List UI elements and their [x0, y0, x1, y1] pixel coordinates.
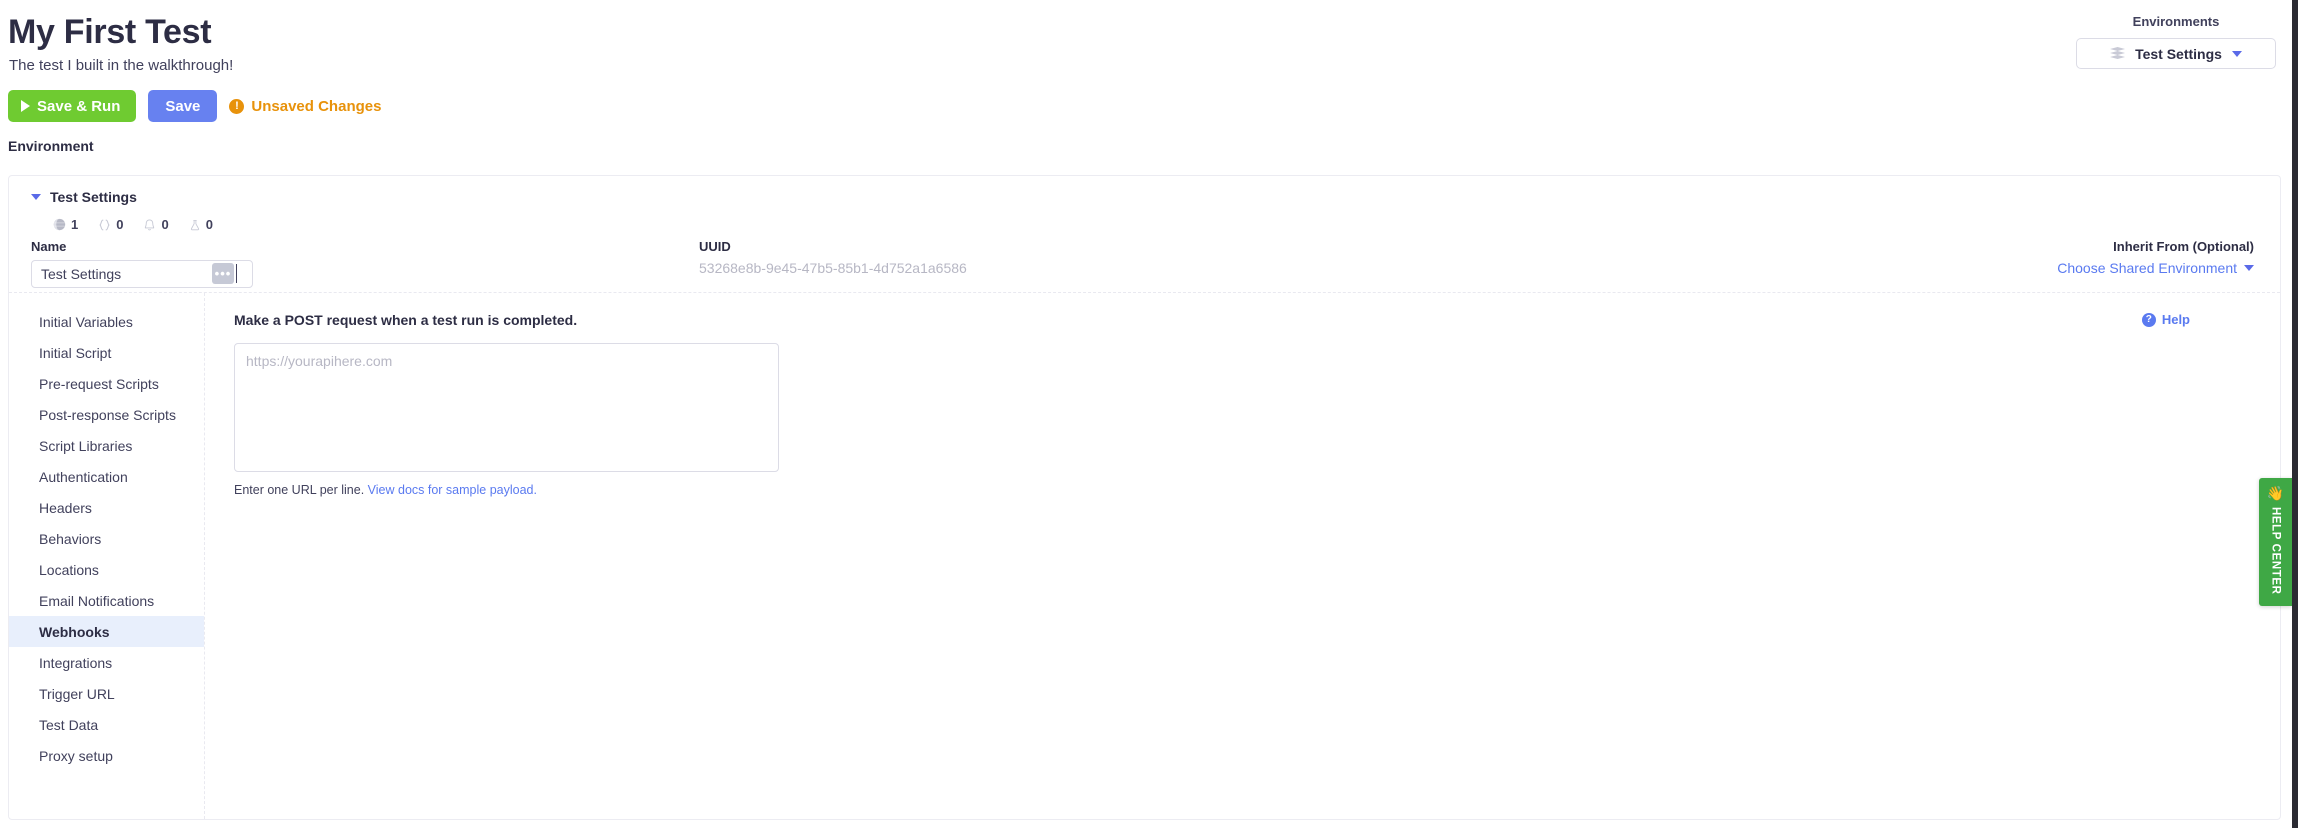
bell-icon: [145, 219, 155, 230]
sidebar-item-webhooks[interactable]: Webhooks: [9, 616, 204, 647]
sidebar-item-authentication[interactable]: Authentication: [9, 461, 204, 492]
webhooks-title: Make a POST request when a test run is c…: [234, 312, 578, 328]
environment-section-label: Environment: [8, 138, 94, 154]
stat-test-data-value: 0: [205, 217, 213, 232]
card-title-row: Test Settings: [31, 189, 2280, 205]
warning-icon: !: [229, 98, 245, 114]
save-button[interactable]: Save: [148, 90, 218, 122]
save-and-run-button[interactable]: Save & Run: [8, 90, 137, 122]
sidebar-item-pre-request-scripts[interactable]: Pre-request Scripts: [9, 368, 204, 399]
environment-card: Test Settings 1 0 0 0 Name Test Settings…: [8, 175, 2281, 820]
stat-locations-value: 1: [71, 217, 79, 232]
layers-icon: [2110, 47, 2126, 60]
card-body: Initial Variables Initial Script Pre-req…: [9, 293, 2280, 819]
choose-shared-environment-label: Choose Shared Environment: [2057, 260, 2237, 276]
sidebar-item-proxy-setup[interactable]: Proxy setup: [9, 740, 204, 771]
sidebar-item-trigger-url[interactable]: Trigger URL: [9, 678, 204, 709]
help-center-label: HELP CENTER: [2269, 507, 2282, 595]
window-right-edge: [2292, 0, 2298, 828]
page-subtitle: The test I built in the walkthrough!: [9, 57, 234, 74]
globe-icon: [53, 218, 66, 231]
action-bar: Save & Run Save ! Unsaved Changes: [8, 90, 2292, 122]
sidebar-item-initial-variables[interactable]: Initial Variables: [9, 306, 204, 337]
name-input-wrap: •••: [31, 260, 253, 288]
card-title: Test Settings: [50, 189, 137, 205]
sidebar-item-behaviors[interactable]: Behaviors: [9, 523, 204, 554]
help-link[interactable]: ? Help: [2141, 312, 2190, 327]
sidebar-item-post-response-scripts[interactable]: Post-response Scripts: [9, 399, 204, 430]
environment-dropdown-value: Test Settings: [2135, 45, 2222, 62]
help-link-label: Help: [2161, 312, 2190, 327]
webhook-hint: Enter one URL per line. View docs for sa…: [234, 483, 2280, 497]
help-center-tab[interactable]: 👋 HELP CENTER: [2259, 478, 2292, 606]
app-page: My First Test The test I built in the wa…: [0, 0, 2298, 828]
webhook-urls-input[interactable]: [234, 343, 779, 472]
name-field-group: Name •••: [9, 231, 699, 288]
environment-dropdown[interactable]: Test Settings: [2076, 38, 2276, 69]
unsaved-changes-label: Unsaved Changes: [251, 97, 382, 115]
sidebar-item-initial-script[interactable]: Initial Script: [9, 337, 204, 368]
view-docs-link[interactable]: View docs for sample payload.: [368, 483, 537, 497]
environments-label: Environments: [2132, 14, 2220, 29]
play-icon: [21, 100, 30, 112]
settings-sidebar: Initial Variables Initial Script Pre-req…: [9, 293, 205, 819]
uuid-field-group: UUID 53268e8b-9e45-47b5-85b1-4d752a1a658…: [699, 231, 1399, 278]
page-header: My First Test The test I built in the wa…: [0, 0, 2292, 154]
choose-shared-environment-dropdown[interactable]: Choose Shared Environment: [2057, 260, 2254, 276]
sidebar-item-email-notifications[interactable]: Email Notifications: [9, 585, 204, 616]
inherit-label: Inherit From (Optional): [2113, 239, 2254, 254]
collapse-caret-icon[interactable]: [31, 194, 41, 200]
flask-icon: [190, 219, 199, 230]
page-title: My First Test: [8, 13, 212, 51]
name-label: Name: [31, 239, 67, 254]
sidebar-item-locations[interactable]: Locations: [9, 554, 204, 585]
uuid-value: 53268e8b-9e45-47b5-85b1-4d752a1a6586: [699, 260, 967, 276]
environment-meta-row: Name ••• UUID 53268e8b-9e45-47b5-85b1-4d…: [9, 231, 2280, 293]
braces-icon: [99, 219, 110, 230]
stat-notifications-value: 0: [161, 217, 169, 232]
webhook-hint-text: Enter one URL per line.: [234, 483, 365, 497]
save-label: Save: [165, 97, 201, 115]
stat-test-data: 0: [189, 217, 213, 232]
name-overflow-menu-button[interactable]: •••: [212, 263, 234, 284]
sidebar-item-integrations[interactable]: Integrations: [9, 647, 204, 678]
webhooks-panel: Make a POST request when a test run is c…: [205, 293, 2280, 819]
chevron-down-icon: [2231, 50, 2242, 57]
card-header: Test Settings 1 0 0 0: [9, 176, 2280, 232]
unsaved-changes-status: ! Unsaved Changes: [229, 98, 381, 115]
stat-variables: 0: [98, 217, 123, 232]
sidebar-item-script-libraries[interactable]: Script Libraries: [9, 430, 204, 461]
card-stats: 1 0 0 0: [53, 217, 2280, 232]
text-cursor: [236, 264, 237, 283]
sidebar-item-test-data[interactable]: Test Data: [9, 709, 204, 740]
stat-locations: 1: [53, 217, 78, 232]
environments-selector: Environments Test Settings: [2076, 14, 2276, 69]
stat-notifications: 0: [143, 217, 169, 232]
uuid-label: UUID: [699, 239, 731, 254]
webhooks-header: Make a POST request when a test run is c…: [234, 312, 2280, 328]
sidebar-item-headers[interactable]: Headers: [9, 492, 204, 523]
waving-hand-icon: 👋: [2266, 485, 2285, 501]
stat-variables-value: 0: [116, 217, 124, 232]
inherit-field-group: Inherit From (Optional) Choose Shared En…: [1399, 231, 2280, 278]
chevron-down-icon: [2244, 265, 2254, 271]
save-and-run-label: Save & Run: [37, 97, 121, 115]
question-mark-icon: ?: [2141, 312, 2156, 327]
